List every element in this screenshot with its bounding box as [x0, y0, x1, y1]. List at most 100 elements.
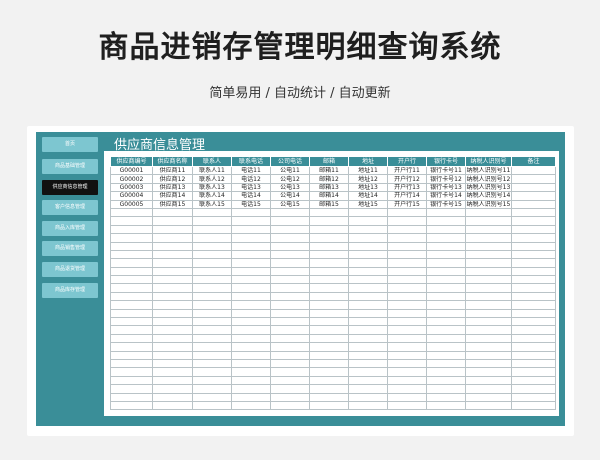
table-cell[interactable] [152, 258, 193, 268]
table-cell[interactable] [110, 325, 153, 335]
column-header[interactable]: 供应商编号 [110, 156, 153, 167]
table-cell[interactable] [511, 333, 556, 344]
table-cell[interactable] [465, 275, 512, 285]
table-cell[interactable]: 银行卡号11 [426, 165, 466, 176]
column-header[interactable]: 纳税人识别号 [465, 156, 512, 167]
table-cell[interactable] [426, 275, 466, 285]
table-cell[interactable] [152, 216, 193, 226]
table-cell[interactable] [387, 375, 427, 386]
table-row-empty[interactable] [110, 241, 556, 251]
table-cell[interactable] [426, 224, 466, 235]
table-cell[interactable] [511, 291, 556, 302]
table-cell[interactable] [231, 249, 271, 260]
sidebar-item-supplier-info[interactable]: 供应商信息管理 [42, 179, 98, 195]
table-cell[interactable] [270, 241, 310, 251]
table-cell[interactable] [152, 367, 193, 377]
table-cell[interactable] [426, 317, 466, 327]
table-cell[interactable]: 电话11 [231, 165, 271, 176]
table-cell[interactable] [231, 224, 271, 235]
table-cell[interactable]: 联系人14 [192, 191, 232, 201]
table-cell[interactable]: 纳税人识别号13 [465, 182, 512, 193]
sidebar-item-inventory[interactable]: 商品库存管理 [42, 282, 98, 298]
table-cell[interactable] [192, 249, 232, 260]
table-cell[interactable] [348, 384, 388, 394]
table-cell[interactable] [309, 384, 349, 394]
sidebar-item-customer-info[interactable]: 客户信息管理 [42, 200, 98, 216]
table-cell[interactable] [348, 333, 388, 344]
table-cell[interactable] [511, 216, 556, 226]
table-cell[interactable] [192, 367, 232, 377]
table-cell[interactable] [110, 216, 153, 226]
table-cell[interactable] [152, 375, 193, 386]
sidebar-item-product-basics[interactable]: 商品基础管理 [42, 159, 98, 174]
table-row-empty[interactable] [110, 375, 556, 386]
table-cell[interactable] [465, 392, 512, 402]
table-cell[interactable] [192, 342, 232, 352]
table-cell[interactable]: 邮箱15 [309, 199, 349, 209]
table-cell[interactable]: 供应商13 [152, 182, 193, 193]
table-cell[interactable] [309, 333, 349, 344]
table-cell[interactable] [231, 216, 271, 226]
table-cell[interactable] [110, 358, 153, 369]
table-cell[interactable] [465, 207, 512, 218]
table-cell[interactable] [231, 275, 271, 285]
table-cell[interactable] [309, 342, 349, 352]
table-cell[interactable] [348, 207, 388, 218]
table-cell[interactable] [465, 384, 512, 394]
table-row[interactable]: G00004 供应商14 联系人14 电话14 公电14 邮箱14 地址14 开户行14 银行卡… [110, 191, 556, 201]
table-cell[interactable] [309, 350, 349, 361]
table-cell[interactable] [511, 350, 556, 361]
table-cell[interactable] [387, 317, 427, 327]
table-cell[interactable] [511, 258, 556, 268]
table-cell[interactable] [192, 325, 232, 335]
table-cell[interactable] [387, 308, 427, 319]
table-cell[interactable] [110, 266, 153, 277]
table-cell[interactable] [192, 384, 232, 394]
column-header[interactable]: 供应商名称 [152, 156, 193, 167]
table-cell[interactable] [309, 275, 349, 285]
table-cell[interactable] [192, 275, 232, 285]
sidebar-item-sales[interactable]: 商品销售管理 [42, 241, 98, 257]
table-cell[interactable] [231, 350, 271, 361]
table-cell[interactable] [309, 400, 349, 411]
table-cell[interactable] [348, 224, 388, 235]
table-row-empty[interactable] [110, 333, 556, 344]
table-cell[interactable] [511, 224, 556, 235]
table-cell[interactable] [192, 400, 232, 411]
table-row-empty[interactable] [110, 384, 556, 394]
table-cell[interactable] [511, 266, 556, 277]
table-cell[interactable] [110, 384, 153, 394]
table-cell[interactable] [192, 224, 232, 235]
table-row-empty[interactable] [110, 207, 556, 218]
table-row-empty[interactable] [110, 233, 556, 243]
table-cell[interactable] [152, 266, 193, 277]
table-cell[interactable] [426, 375, 466, 386]
table-cell[interactable] [465, 317, 512, 327]
table-cell[interactable] [426, 300, 466, 310]
table-cell[interactable] [231, 367, 271, 377]
table-cell[interactable] [270, 249, 310, 260]
table-cell[interactable] [270, 384, 310, 394]
table-cell[interactable] [231, 342, 271, 352]
table-cell[interactable]: 供应商12 [152, 174, 193, 184]
table-cell[interactable] [465, 266, 512, 277]
table-cell[interactable] [465, 258, 512, 268]
column-header[interactable]: 银行卡号 [426, 156, 466, 167]
table-row-empty[interactable] [110, 266, 556, 277]
table-row-empty[interactable] [110, 325, 556, 335]
table-cell[interactable] [465, 342, 512, 352]
table-cell[interactable] [426, 233, 466, 243]
table-cell[interactable] [348, 317, 388, 327]
table-cell[interactable] [465, 249, 512, 260]
table-cell[interactable]: 联系人11 [192, 165, 232, 176]
table-cell[interactable] [152, 283, 193, 293]
table-cell[interactable] [152, 392, 193, 402]
table-cell[interactable] [426, 325, 466, 335]
table-cell[interactable] [348, 367, 388, 377]
table-row-empty[interactable] [110, 317, 556, 327]
table-cell[interactable] [387, 300, 427, 310]
table-cell[interactable] [387, 266, 427, 277]
table-row-empty[interactable] [110, 283, 556, 293]
table-cell[interactable]: 公电15 [270, 199, 310, 209]
table-row-empty[interactable] [110, 249, 556, 260]
